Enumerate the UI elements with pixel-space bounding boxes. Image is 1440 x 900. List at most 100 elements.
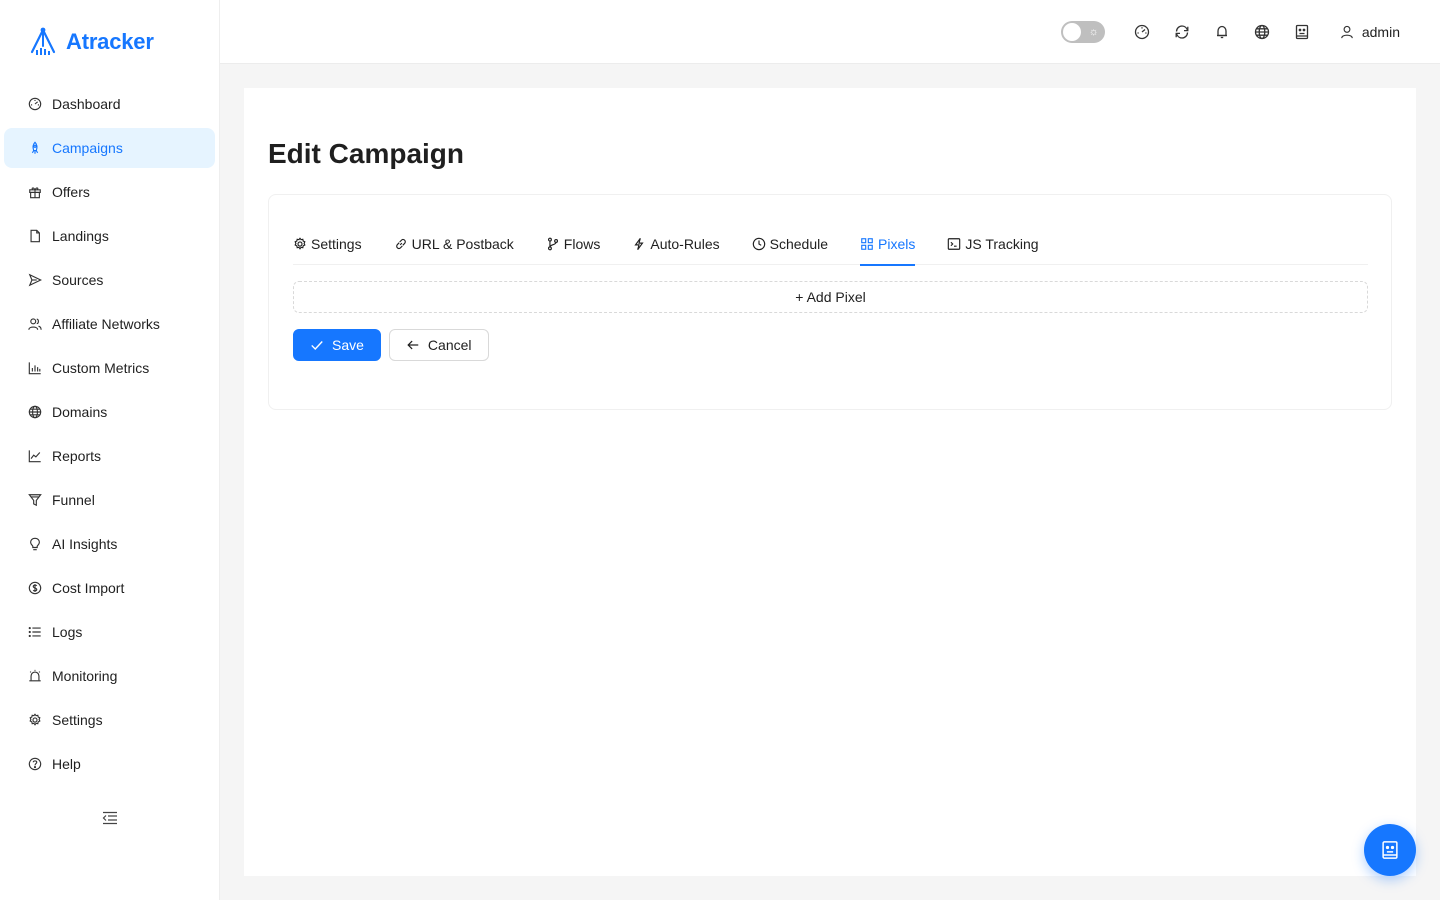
tab-auto-rules[interactable]: Auto-Rules [632,223,720,265]
tab-flows[interactable]: Flows [546,223,601,265]
dollar-icon [28,581,42,595]
tab-label: Auto-Rules [650,236,720,252]
tab-js-tracking[interactable]: JS Tracking [947,223,1039,265]
sidebar-item-label: Logs [52,624,83,640]
thunderbolt-icon [634,237,644,251]
alarm-icon [28,669,42,683]
tab-url-postback[interactable]: URL & Postback [394,223,514,265]
bulb-icon [28,537,42,551]
tab-label: URL & Postback [411,236,514,252]
sun-icon: ☼ [1088,26,1099,38]
gear-icon [294,237,306,250]
robot-icon [1382,841,1398,859]
sidebar-nav: Dashboard Campaigns Offers Landings Sour… [4,84,215,788]
globe-icon [28,405,42,419]
link-icon [395,238,406,250]
sidebar-item-monitoring[interactable]: Monitoring [4,656,215,696]
file-icon [28,229,42,243]
sidebar-item-label: Affiliate Networks [52,316,160,332]
sidebar-item-label: Domains [52,404,108,420]
sidebar-item-custom-metrics[interactable]: Custom Metrics [4,348,215,388]
line-chart-icon [28,449,42,463]
sidebar-item-affiliate-networks[interactable]: Affiliate Networks [4,304,215,344]
team-icon [28,317,42,331]
bar-chart-icon [28,361,42,375]
tab-pixels[interactable]: Pixels [860,223,916,266]
rocket-icon [28,141,42,155]
sidebar-item-label: Cost Import [52,580,125,596]
user-name: admin [1361,24,1400,40]
cancel-button[interactable]: Cancel [388,329,489,361]
user-icon [1341,25,1353,39]
user-menu[interactable]: admin [1340,24,1400,40]
sidebar-item-reports[interactable]: Reports [4,436,215,476]
sidebar-item-domains[interactable]: Domains [4,392,215,432]
sidebar-item-ai-insights[interactable]: AI Insights [4,524,215,564]
sidebar-item-sources[interactable]: Sources [4,260,215,300]
save-button[interactable]: Save [293,329,381,361]
sidebar-item-label: Help [52,756,81,772]
form-actions: Save Cancel [293,329,497,361]
send-icon [28,273,42,287]
question-icon [28,757,42,771]
branch-icon [547,237,558,251]
sidebar-item-dashboard[interactable]: Dashboard [4,84,215,124]
sidebar-item-label: Reports [52,448,102,464]
sidebar-item-label: Landings [52,228,109,244]
sidebar-item-campaigns[interactable]: Campaigns [4,128,215,168]
page-title: Edit Campaign [268,138,465,169]
sidebar-item-logs[interactable]: Logs [4,612,215,652]
sidebar-item-cost-import[interactable]: Cost Import [4,568,215,608]
bell-icon[interactable] [1214,24,1230,40]
sidebar-item-label: Campaigns [52,140,123,156]
sidebar-item-label: Settings [52,712,103,728]
header-toolbar: ☼ admin [1060,20,1400,44]
sidebar-item-help[interactable]: Help [4,744,215,784]
tab-settings[interactable]: Settings [293,223,362,265]
dashboard-icon[interactable] [1134,24,1150,40]
tab-label: Settings [311,236,362,252]
sidebar-item-label: Sources [52,272,104,288]
sidebar-item-settings[interactable]: Settings [4,700,215,740]
arrow-left-icon [407,340,419,350]
sidebar-item-landings[interactable]: Landings [4,216,215,256]
dashboard-icon [28,97,42,111]
sidebar-item-label: Dashboard [52,96,121,112]
content-card: Edit Campaign Settings URL & Postback Fl… [244,88,1416,876]
app-name: Atracker [66,29,154,54]
toggle-knob [1062,23,1081,41]
sidebar-item-label: Offers [52,184,90,200]
campaign-tabs: Settings URL & Postback Flows Auto-Rules… [293,223,1368,266]
tab-schedule[interactable]: Schedule [752,223,828,265]
sidebar-item-label: Monitoring [52,668,118,684]
sidebar-item-offers[interactable]: Offers [4,172,215,212]
menu-fold-icon[interactable] [102,811,118,825]
add-pixel-button[interactable]: + Add Pixel [293,281,1368,313]
sidebar-item-funnel[interactable]: Funnel [4,480,215,520]
save-label: Save [332,337,364,353]
clock-icon [752,237,765,251]
tab-label: Flows [563,236,601,252]
robot-icon[interactable] [1294,24,1310,40]
code-icon [948,238,961,250]
logo-icon [30,27,56,55]
sync-icon[interactable] [1174,24,1190,40]
ai-assistant-button[interactable] [1364,824,1416,876]
sidebar-item-label: AI Insights [52,536,118,552]
theme-toggle[interactable]: ☼ [1060,21,1105,43]
cancel-label: Cancel [427,337,472,353]
appstore-icon [861,238,873,250]
list-icon [28,625,42,639]
sidebar-item-label: Custom Metrics [52,360,150,376]
gift-icon [28,185,42,199]
top-header: ☼ admin [220,0,1440,64]
tab-label: JS Tracking [965,236,1039,252]
check-icon [311,341,323,350]
tab-label: Pixels [878,236,916,252]
gear-icon [28,713,42,727]
funnel-icon [28,493,42,507]
sidebar: Atracker Dashboard Campaigns Offers Land… [0,0,220,900]
logo[interactable]: Atracker [26,26,154,58]
tab-label: Schedule [769,236,829,252]
globe-icon[interactable] [1254,24,1270,40]
